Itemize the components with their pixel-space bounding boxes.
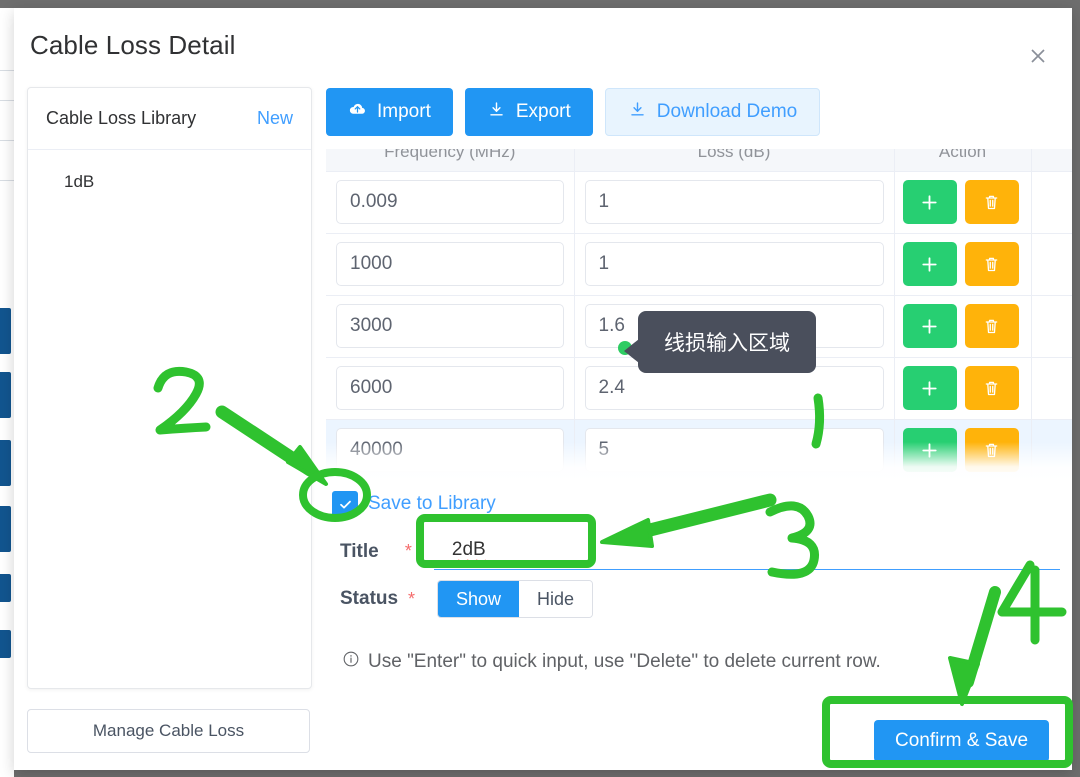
cell-loss: [574, 233, 895, 296]
cell-gutter: [1031, 419, 1072, 480]
cell-frequency: [326, 171, 575, 234]
download-demo-label: Download Demo: [656, 101, 798, 122]
status-option-hide[interactable]: Hide: [519, 581, 593, 617]
title-label: Title: [340, 540, 379, 562]
new-library-link[interactable]: New: [257, 108, 293, 129]
trash-icon[interactable]: [964, 428, 1019, 472]
cloud-upload-icon: [348, 100, 367, 125]
manage-cable-loss-button[interactable]: Manage Cable Loss: [27, 709, 310, 753]
title-required-mark: *: [404, 541, 412, 561]
keyboard-hint-text: Use "Enter" to quick input, use "Delete"…: [368, 651, 881, 672]
save-to-library-checkbox[interactable]: [332, 491, 358, 517]
screen: Cable Loss Detail Cable Loss Library New…: [0, 0, 1080, 777]
plus-icon[interactable]: [902, 304, 957, 348]
library-panel-title: Cable Loss Library: [46, 108, 197, 128]
cell-frequency: [326, 233, 575, 296]
save-to-library-row: Save to Library: [332, 491, 496, 517]
cell-frequency: [326, 295, 575, 358]
export-label: Export: [515, 101, 571, 122]
table-row: [326, 419, 1072, 480]
save-to-library-label[interactable]: Save to Library: [368, 493, 496, 515]
import-label: Import: [377, 101, 431, 122]
cell-action: [894, 171, 1032, 234]
cell-gutter: [1031, 357, 1072, 420]
plus-icon[interactable]: [902, 428, 957, 472]
column-header-action: Action: [894, 149, 1032, 172]
plus-icon[interactable]: [902, 366, 957, 410]
download-demo-button[interactable]: Download Demo: [604, 88, 821, 136]
title-field-row: Title *: [340, 533, 1060, 570]
import-button[interactable]: Import: [326, 88, 453, 136]
cell-action: [894, 419, 1032, 480]
close-icon[interactable]: [1022, 40, 1054, 72]
background-app-strip: [0, 0, 14, 777]
status-option-show[interactable]: Show: [438, 581, 520, 617]
frequency-input[interactable]: [336, 428, 564, 472]
info-icon: [342, 650, 360, 674]
column-header-frequency: Frequency (MHz): [326, 149, 575, 172]
plus-icon[interactable]: [902, 180, 957, 224]
cable-loss-library-panel: Cable Loss Library New 1dB: [27, 87, 312, 689]
trash-icon[interactable]: [964, 242, 1019, 286]
loss-input-tooltip: 线损输入区域: [624, 311, 816, 373]
trash-icon[interactable]: [964, 366, 1019, 410]
frequency-input[interactable]: [336, 366, 564, 410]
title-input[interactable]: [433, 533, 1060, 570]
cell-loss: [574, 419, 895, 480]
library-list: 1dB: [28, 150, 311, 200]
download-icon: [628, 100, 647, 125]
export-button[interactable]: Export: [464, 88, 593, 136]
table-header-row: Frequency (MHz) Loss (dB) Action: [326, 149, 1072, 172]
status-required-mark: *: [408, 588, 416, 609]
cell-frequency: [326, 357, 575, 420]
cell-action: [894, 357, 1032, 420]
plus-icon[interactable]: [902, 242, 957, 286]
keyboard-hint: Use "Enter" to quick input, use "Delete"…: [342, 650, 881, 674]
list-item[interactable]: 1dB: [28, 164, 311, 200]
frequency-input[interactable]: [336, 242, 564, 286]
table-toolbar: Import Export Download Demo: [326, 88, 821, 136]
cell-frequency: [326, 419, 575, 480]
column-header-gutter: [1031, 149, 1072, 172]
download-icon: [487, 100, 506, 125]
cell-gutter: [1031, 295, 1072, 358]
loss-input[interactable]: [584, 428, 884, 472]
table-row: [326, 171, 1072, 234]
trash-icon[interactable]: [964, 304, 1019, 348]
cell-loss: [574, 171, 895, 234]
library-panel-header: Cable Loss Library New: [28, 88, 311, 150]
status-field-row: Status * Show Hide: [340, 580, 594, 618]
confirm-save-button[interactable]: Confirm & Save: [874, 720, 1049, 762]
trash-icon[interactable]: [964, 180, 1019, 224]
cable-loss-detail-dialog: Cable Loss Detail Cable Loss Library New…: [14, 8, 1072, 770]
status-toggle-group: Show Hide: [437, 580, 594, 618]
window-top-chrome: [0, 0, 1080, 8]
cell-action: [894, 233, 1032, 296]
cell-action: [894, 295, 1032, 358]
status-label: Status: [340, 588, 399, 609]
table-row: [326, 233, 1072, 296]
cell-gutter: [1031, 171, 1072, 234]
cell-gutter: [1031, 233, 1072, 296]
frequency-input[interactable]: [336, 180, 564, 224]
loss-input[interactable]: [584, 180, 884, 224]
frequency-input[interactable]: [336, 304, 564, 348]
column-header-loss: Loss (dB): [574, 149, 895, 172]
loss-input[interactable]: [584, 242, 884, 286]
dialog-title: Cable Loss Detail: [30, 30, 236, 60]
